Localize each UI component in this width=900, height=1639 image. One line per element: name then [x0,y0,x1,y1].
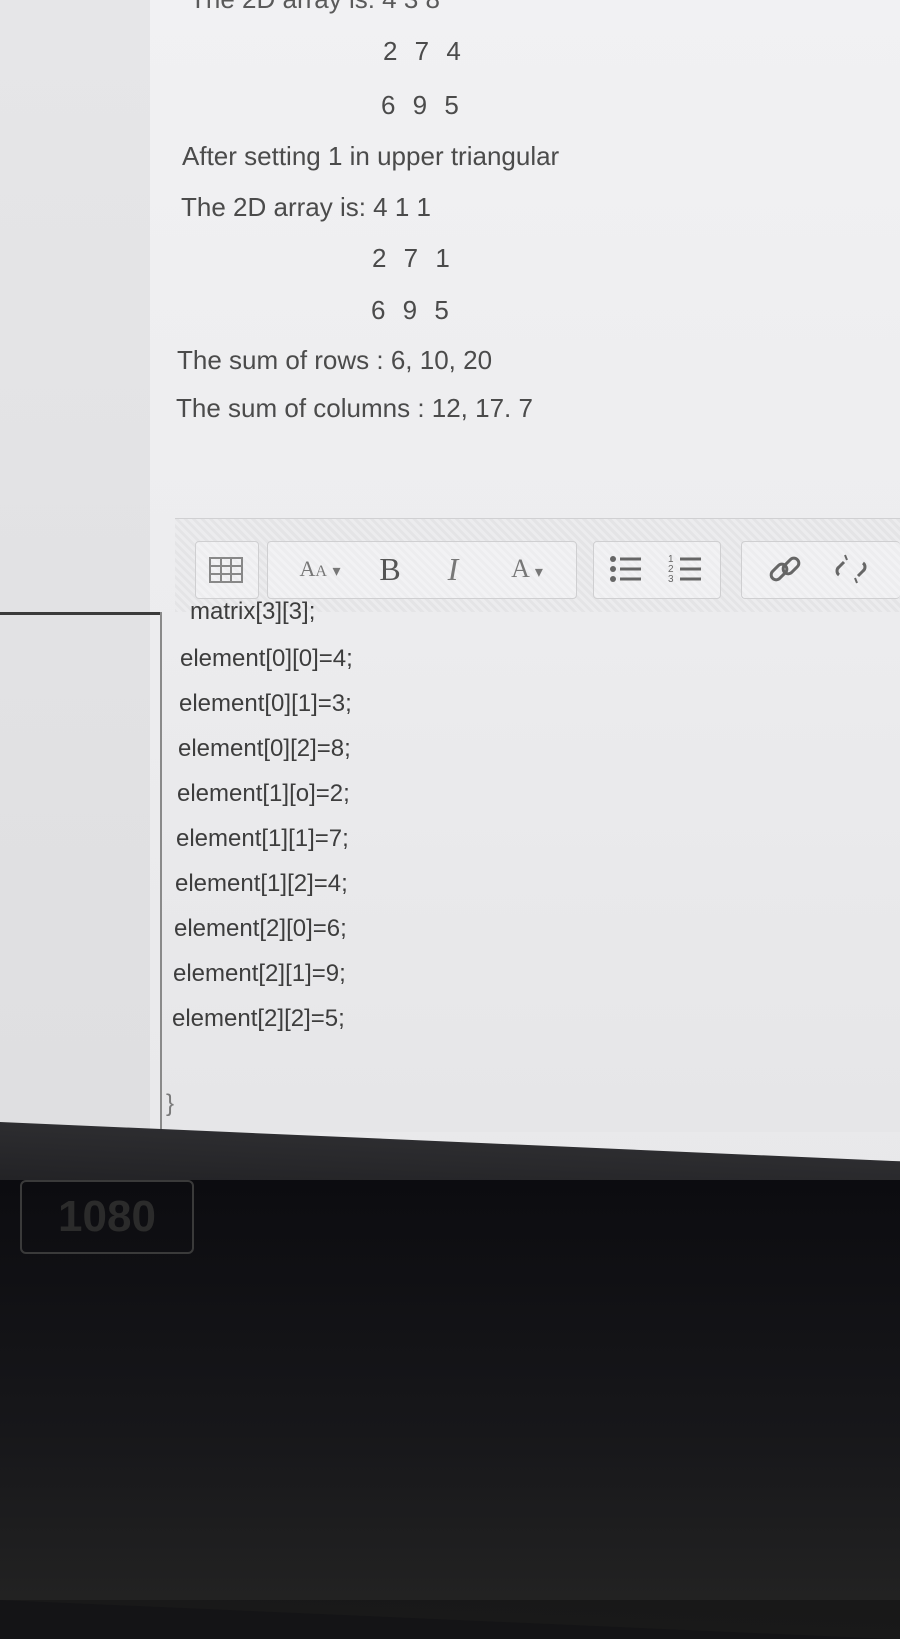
italic-icon: I [447,550,459,587]
device-sticker: 1080 [20,1180,194,1254]
code-line: element[1][2]=4; [175,870,348,897]
sum-columns-text: The sum of columns : 12, 17. 7 [176,393,533,423]
code-line: element[0][0]=4; [180,645,353,672]
unlink-icon [835,554,867,584]
table-button[interactable] [195,541,259,599]
code-line: element[0][2]=8; [178,735,351,762]
font-size-icon: AA ▾ [299,556,341,581]
sum-rows-text: The sum of rows : 6, 10, 20 [177,345,493,375]
closing-brace: } [166,1090,175,1117]
left-gutter [0,0,150,1235]
code-line: element[2][0]=6; [174,915,347,942]
bold-button[interactable]: B [365,543,415,595]
font-color-icon: A ▾ [511,554,543,583]
font-color-button[interactable]: A ▾ [487,543,567,595]
numbered-list-icon: 1 2 3 [668,554,701,585]
output-row: 6 9 5 [381,90,464,120]
output-row: 2 7 4 [383,36,466,66]
code-line: element[2][2]=5; [172,1005,345,1032]
numbered-list-button[interactable]: 1 2 3 [659,543,711,595]
link-button[interactable] [759,543,811,595]
partial-heading: The 2D array is: 4 3 8 [190,0,440,15]
bold-icon: B [379,550,401,587]
output-row: 2 7 1 [372,243,455,273]
code-line: element[0][1]=3; [179,690,352,717]
after-setting-text: After setting 1 in upper triangular [182,141,560,171]
code-line: element[1][1]=7; [176,825,349,852]
table-icon [209,557,243,583]
unlink-button[interactable] [825,543,877,595]
bullet-list-icon [610,556,641,582]
font-size-button[interactable]: AA ▾ [285,543,355,595]
output-row: 6 9 5 [371,295,454,325]
code-line: element[1][o]=2; [177,780,350,807]
code-line: element[2][1]=9; [173,960,346,987]
link-icon [769,556,801,582]
code-line: matrix[3][3]; [190,598,316,625]
bullet-list-button[interactable] [599,543,651,595]
italic-button[interactable]: I [433,543,473,595]
screen: The 2D array is: 4 3 8 2 7 4 6 9 5 After… [0,0,900,1235]
svg-text:3: 3 [668,574,674,585]
array-label: The 2D array is: 4 1 1 [181,192,431,222]
